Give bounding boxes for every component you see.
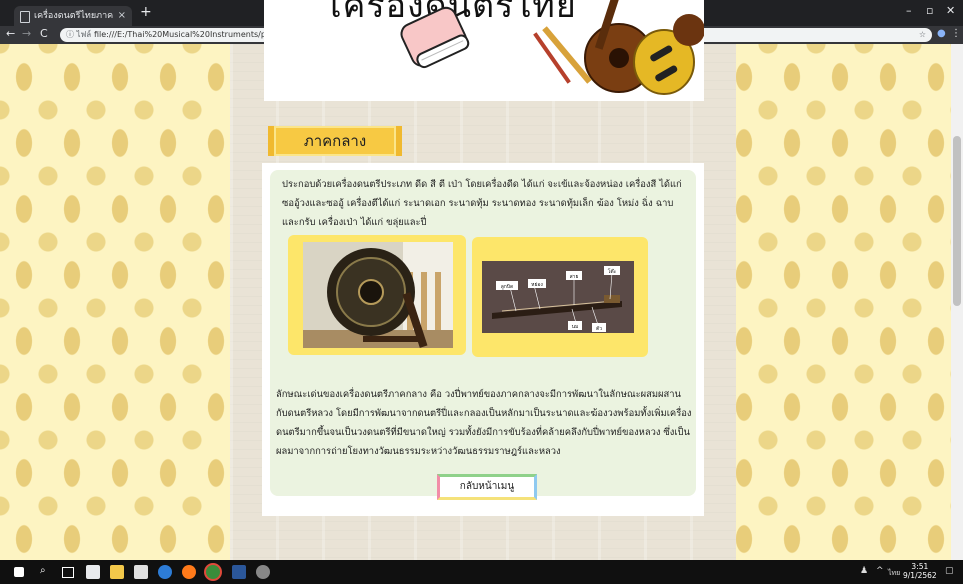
language-indicator[interactable]: ไทย	[888, 568, 900, 579]
menu-icon[interactable]: ⋮	[951, 28, 961, 39]
book-illustration	[400, 0, 704, 95]
header-banner: เครื่องดนตรีไทย	[264, 0, 704, 101]
gong-photo-frame	[288, 235, 466, 355]
forward-arrow-icon[interactable]: →	[22, 27, 31, 40]
tray-arrow-icon[interactable]: ^	[876, 566, 884, 576]
firefox-icon[interactable]	[182, 565, 196, 579]
file-explorer-icon[interactable]	[110, 565, 124, 579]
back-arrow-icon[interactable]: ←	[6, 27, 15, 40]
store-icon[interactable]	[86, 565, 100, 579]
maximize-button[interactable]: ▫	[926, 4, 933, 17]
back-to-menu-button[interactable]: กลับหน้าเมนู	[437, 474, 537, 500]
jakhe-diagram: ลูกบิด หย่อง สาย โต๊ะ นม ตัว	[482, 261, 634, 333]
bookmark-star-icon[interactable]: ☆	[919, 28, 926, 42]
extension-icon[interactable]: ●	[937, 28, 946, 39]
jakhe-photo-frame: ลูกบิด หย่อง สาย โต๊ะ นม ตัว	[472, 237, 648, 357]
diagram-label: สาย	[570, 274, 579, 280]
tab-close-icon[interactable]: ×	[118, 6, 126, 26]
clock-time: 3:51	[911, 562, 929, 571]
scrollbar-thumb[interactable]	[953, 136, 961, 306]
intro-paragraph: ประกอบด้วยเครื่องดนตรีประเภท ดีด สี ตี เ…	[282, 179, 682, 228]
search-icon[interactable]: ⌕	[40, 565, 46, 576]
chrome-icon[interactable]	[206, 565, 220, 579]
edge-icon[interactable]	[158, 565, 172, 579]
clock[interactable]: 3:51 9/1/2562	[903, 562, 937, 580]
scrollbar[interactable]	[951, 44, 963, 560]
windows-start-icon[interactable]	[14, 567, 24, 577]
word-icon[interactable]	[232, 565, 246, 579]
close-window-button[interactable]: ✕	[946, 4, 955, 17]
diagram-label: ลูกบิด	[501, 283, 514, 290]
browser-tab[interactable]: เครื่องดนตรีไทยภาคกลาง ×	[14, 6, 132, 41]
diagram-label: ตัว	[596, 326, 602, 332]
page-icon	[20, 11, 30, 23]
diagram-label: โต๊ะ	[608, 268, 617, 275]
new-tab-button[interactable]: +	[140, 4, 152, 20]
diagram-label: หย่อง	[531, 282, 543, 288]
clock-date: 9/1/2562	[903, 571, 937, 580]
people-icon[interactable]: ♟	[860, 566, 868, 576]
app-icon[interactable]	[256, 565, 270, 579]
feature-paragraph: ลักษณะเด่นของเครื่องดนตรีภาคกลาง คือ วงป…	[276, 389, 692, 457]
windows-taskbar: ⌕ ♟ ^ ไทย 3:51 9/1/2562 ▢	[0, 560, 963, 584]
section-title: ภาคกลาง	[268, 126, 402, 156]
reload-icon[interactable]: C	[40, 27, 48, 40]
briefcase-icon[interactable]	[134, 565, 148, 579]
gong-photo	[303, 242, 453, 348]
diagram-label: นม	[572, 324, 579, 330]
notification-icon[interactable]: ▢	[945, 566, 954, 576]
task-view-icon[interactable]	[62, 567, 74, 578]
minimize-button[interactable]: –	[906, 4, 912, 17]
site-info-icon[interactable]: ⓘ ไฟล์	[66, 28, 91, 42]
